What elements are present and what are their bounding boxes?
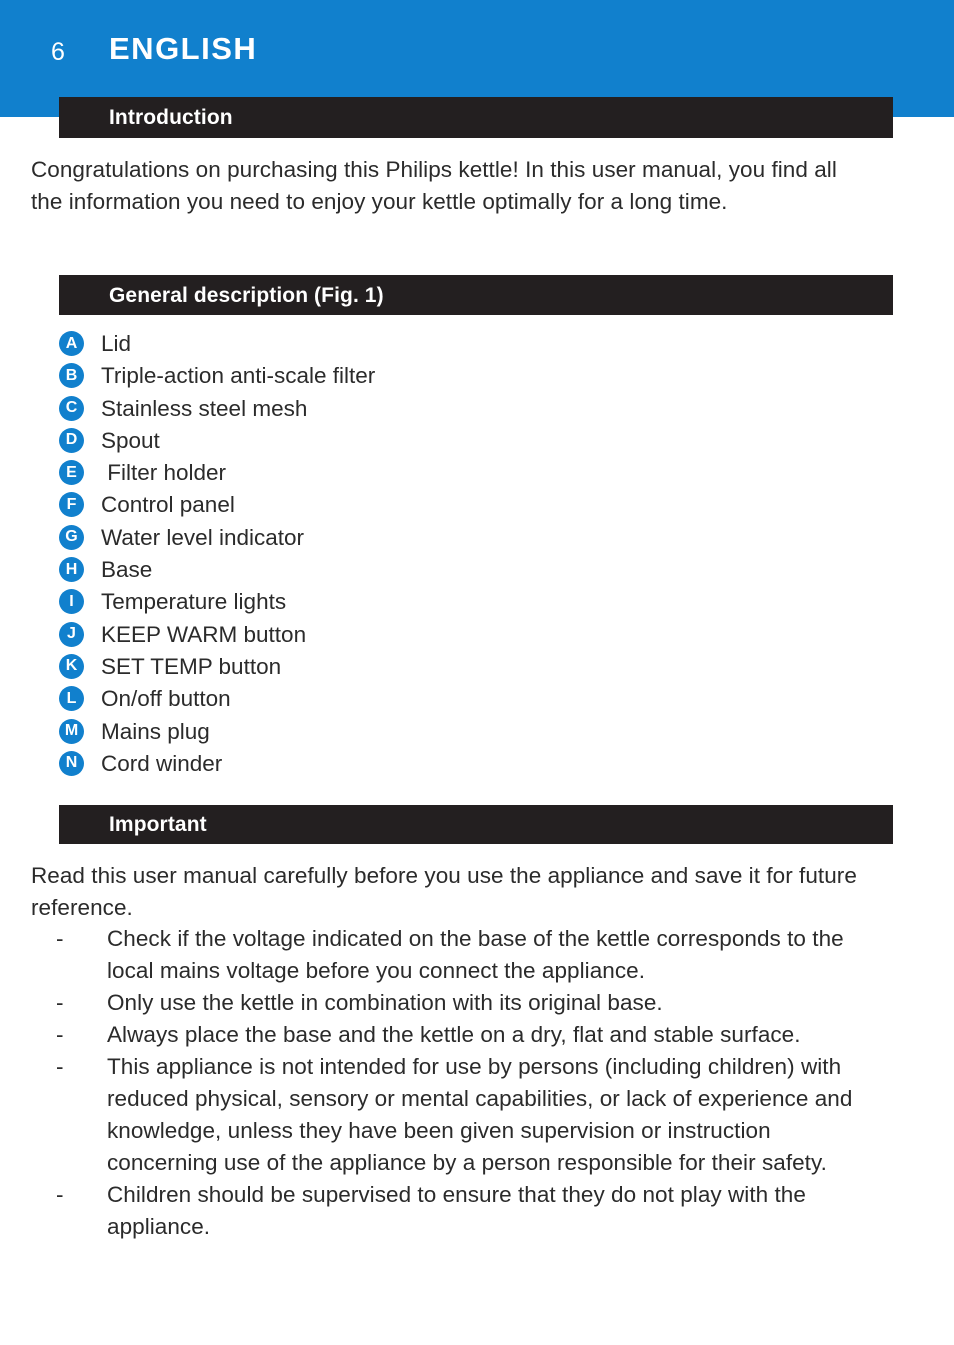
list-item: I Temperature lights <box>59 586 759 618</box>
list-item-text: Only use the kettle in combination with … <box>107 990 663 1015</box>
section-bar-general-description: General description (Fig. 1) <box>59 275 893 315</box>
list-item: E Filter holder <box>59 457 759 489</box>
list-item: H Base <box>59 554 759 586</box>
list-item-label: Temperature lights <box>101 589 287 615</box>
list-item: - Always place the base and the kettle on… <box>31 1019 886 1051</box>
list-item: A Lid <box>59 328 759 360</box>
section-title-general-description: General description (Fig. 1) <box>109 284 384 307</box>
list-item-text: Children should be supervised to ensure … <box>107 1182 806 1239</box>
important-bullet-list: - Check if the voltage indicated on the b… <box>31 923 886 1243</box>
letter-badge-icon: N <box>59 750 84 776</box>
bullet-dash-icon: - <box>56 990 64 1015</box>
section-title-important: Important <box>109 813 207 836</box>
letter-badge-icon: F <box>59 492 84 518</box>
bullet-dash-icon: - <box>56 1182 64 1207</box>
list-item-label: Base <box>101 557 153 583</box>
list-item-label: Cord winder <box>101 750 223 776</box>
list-item-label: Lid <box>101 331 132 356</box>
list-item-label: Water level indicator <box>101 524 304 550</box>
list-item: M Mains plug <box>59 716 759 748</box>
section-bar-introduction: Introduction <box>59 97 893 138</box>
introduction-paragraph: Congratulations on purchasing this Phili… <box>31 157 837 214</box>
list-item: C Stainless steel mesh <box>59 393 759 425</box>
bullet-dash-icon: - <box>56 1054 64 1079</box>
list-item-label: Control panel <box>101 492 235 518</box>
list-item: J KEEP WARM button <box>59 619 759 651</box>
letter-badge-icon: J <box>59 621 84 647</box>
list-item: - Children should be supervised to ensure… <box>31 1179 886 1243</box>
letter-badge-icon: G <box>59 524 84 550</box>
list-item-label: Stainless steel mesh <box>101 395 308 421</box>
section-title-introduction: Introduction <box>109 106 233 129</box>
letter-badge-icon: M <box>59 718 84 744</box>
page-number: 6 <box>51 38 65 66</box>
list-item: F Control panel <box>59 489 759 521</box>
list-item-label: Triple-action anti-scale filter <box>101 363 376 389</box>
list-item: K SET TEMP button <box>59 651 759 683</box>
general-description-list: A Lid B Triple-action anti-scale filter C Sta… <box>59 328 759 780</box>
letter-badge-icon: H <box>59 557 84 583</box>
section-bar-important: Important <box>59 805 893 844</box>
list-item-text: Always place the base and the kettle on … <box>107 1022 801 1047</box>
letter-badge-icon: E <box>59 460 84 486</box>
letter-badge-icon: D <box>59 427 84 453</box>
letter-badge-icon: K <box>59 653 84 679</box>
list-item-label: SET TEMP button <box>101 653 282 679</box>
list-item: D Spout <box>59 425 759 457</box>
list-item-text: This appliance is not intended for use b… <box>107 1054 853 1175</box>
list-item-label: Spout <box>101 427 160 453</box>
letter-badge-icon: C <box>59 395 84 421</box>
list-item: L On/off button <box>59 683 759 715</box>
important-paragraph: Read this user manual carefully before y… <box>31 863 857 920</box>
letter-badge-icon: L <box>59 686 84 712</box>
list-item: - This appliance is not intended for use … <box>31 1051 886 1179</box>
list-item-text: Check if the voltage indicated on the ba… <box>107 926 844 983</box>
list-item: B Triple-action anti-scale filter <box>59 360 759 392</box>
list-item-label: Filter holder <box>101 460 227 486</box>
list-item-label: Mains plug <box>101 718 210 744</box>
bullet-dash-icon: - <box>56 926 64 951</box>
list-item-label: On/off button <box>101 686 231 712</box>
list-item: G Water level indicator <box>59 522 759 554</box>
bullet-dash-icon: - <box>56 1022 64 1047</box>
list-item: - Check if the voltage indicated on the b… <box>31 923 886 987</box>
letter-badge-icon: I <box>59 589 84 615</box>
letter-badge-icon: B <box>59 363 84 389</box>
list-item: N Cord winder <box>59 748 759 780</box>
list-item: - Only use the kettle in combination with… <box>31 987 886 1019</box>
page-title-language: ENGLISH <box>109 31 258 66</box>
letter-badge-icon: A <box>59 331 84 356</box>
list-item-label: KEEP WARM button <box>101 621 307 647</box>
